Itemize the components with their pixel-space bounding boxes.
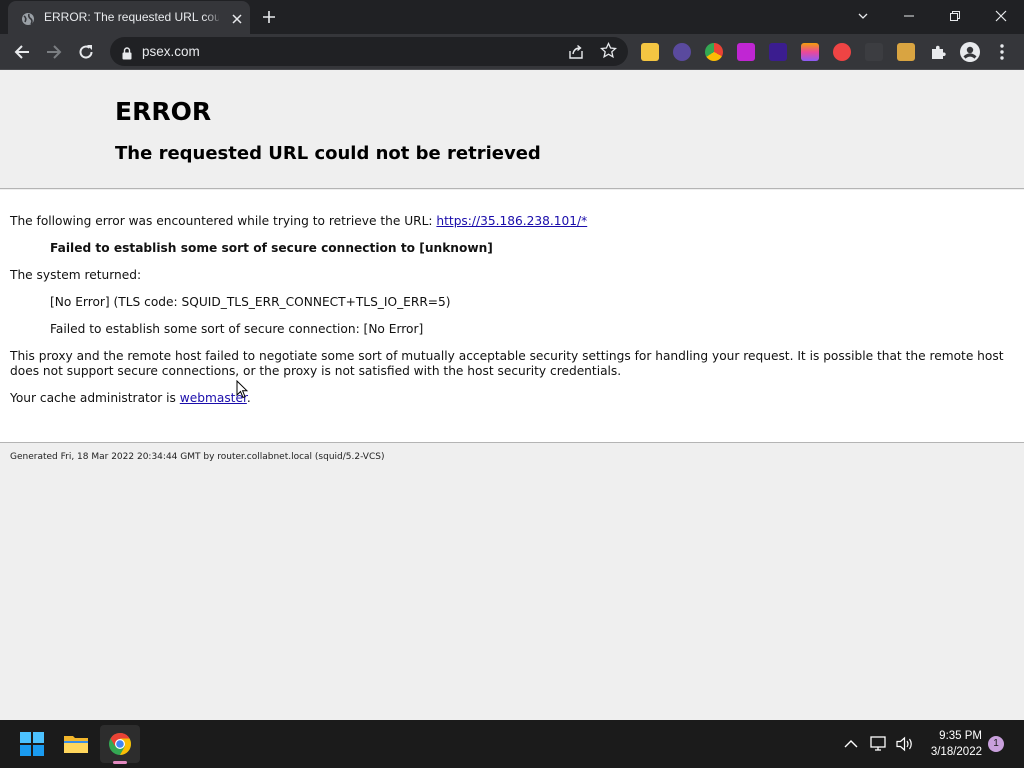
extension-chrome-icon[interactable] (705, 43, 723, 61)
network-icon (870, 736, 886, 751)
system-detail: Failed to establish some sort of secure … (50, 322, 424, 336)
extension-purple-icon[interactable] (673, 43, 691, 61)
menu-button[interactable] (992, 42, 1012, 62)
admin-paragraph: Your cache administrator is webmaster. (10, 391, 251, 406)
tab-search-button[interactable] (840, 0, 886, 32)
page-viewport: ERROR The requested URL could not be ret… (0, 71, 1024, 720)
show-hidden-icons-button[interactable] (834, 725, 868, 763)
address-bar[interactable]: psex.com (110, 37, 628, 66)
close-icon (995, 10, 1007, 22)
extensions-button[interactable] (928, 42, 948, 62)
reload-button[interactable] (76, 42, 96, 62)
lock-icon[interactable] (122, 45, 132, 64)
notification-badge[interactable]: 1 (988, 736, 1004, 752)
error-summary: Failed to establish some sort of secure … (50, 241, 493, 255)
error-body: The following error was encountered whil… (0, 190, 1024, 443)
start-button[interactable] (12, 725, 52, 763)
taskbar: 9:35 PM 3/18/2022 (0, 720, 1024, 768)
new-tab-icon[interactable] (261, 9, 277, 25)
browser-toolbar: psex.com (0, 34, 1024, 70)
explanation-paragraph: This proxy and the remote host failed to… (10, 349, 1010, 379)
tls-code: [No Error] (TLS code: SQUID_TLS_ERR_CONN… (50, 295, 451, 309)
close-tab-icon[interactable] (230, 11, 244, 25)
admin-text: Your cache administrator is (10, 391, 180, 405)
close-window-button[interactable] (978, 0, 1024, 32)
extension-pink-icon[interactable] (737, 43, 755, 61)
forward-button[interactable] (44, 42, 64, 62)
speaker-icon (896, 736, 912, 752)
extension-dim-icon[interactable] (865, 43, 883, 61)
share-icon[interactable] (568, 43, 585, 64)
minimize-button[interactable] (886, 0, 932, 32)
folder-icon (64, 736, 88, 753)
error-header: ERROR The requested URL could not be ret… (0, 71, 1024, 189)
chrome-taskbar-button[interactable] (100, 725, 140, 763)
back-arrow-icon (14, 45, 29, 59)
error-url-link[interactable]: https://35.186.238.101/* (436, 214, 587, 228)
extension-indigo-icon[interactable] (769, 43, 787, 61)
intro-paragraph: The following error was encountered whil… (10, 214, 587, 229)
extension-stripes-icon[interactable] (801, 43, 819, 61)
system-returned-label: The system returned: (10, 268, 142, 282)
active-app-indicator (113, 761, 127, 764)
page-title: ERROR (115, 97, 212, 126)
explanation-line: does not support secure connections, or … (10, 364, 622, 378)
minimize-icon (904, 15, 914, 17)
avatar-icon (960, 42, 980, 62)
restore-icon (950, 11, 960, 21)
tab-title: ERROR: The requested URL could not be re… (44, 10, 219, 24)
chevron-down-icon (858, 13, 868, 19)
extension-face-icon[interactable] (833, 43, 851, 61)
intro-text: The following error was encountered whil… (10, 214, 437, 228)
reload-icon (79, 45, 93, 59)
tab-title-fade (204, 7, 224, 27)
forward-arrow-icon (47, 45, 62, 59)
system-clock[interactable]: 9:35 PM 3/18/2022 (931, 728, 982, 760)
mouse-cursor-icon (236, 380, 248, 399)
profile-button[interactable] (960, 42, 980, 62)
url-text: psex.com (142, 44, 200, 59)
explanation-line: This proxy and the remote host failed to… (10, 349, 1004, 363)
page-footer: Generated Fri, 18 Mar 2022 20:34:44 GMT … (10, 452, 385, 462)
restore-button[interactable] (932, 0, 978, 32)
bookmark-star-icon[interactable] (599, 41, 618, 63)
file-explorer-button[interactable] (56, 725, 96, 763)
tab-strip: ERROR: The requested URL could not be re… (0, 0, 1024, 34)
volume-button[interactable] (890, 725, 920, 763)
clock-time: 9:35 PM (939, 730, 982, 742)
extension-emoji-icon[interactable] (641, 43, 659, 61)
clock-date: 3/18/2022 (930, 746, 982, 758)
extension-doge-icon[interactable] (897, 43, 915, 61)
browser-tab[interactable]: ERROR: The requested URL could not be re… (8, 1, 250, 34)
chevron-up-icon (844, 740, 858, 748)
chrome-icon (109, 733, 131, 755)
globe-icon (21, 11, 35, 25)
page-subtitle: The requested URL could not be retrieved (115, 143, 541, 164)
windows-logo-icon (20, 732, 44, 756)
kebab-menu-icon (1000, 44, 1004, 60)
back-button[interactable] (12, 42, 32, 62)
puzzle-icon (931, 45, 946, 59)
